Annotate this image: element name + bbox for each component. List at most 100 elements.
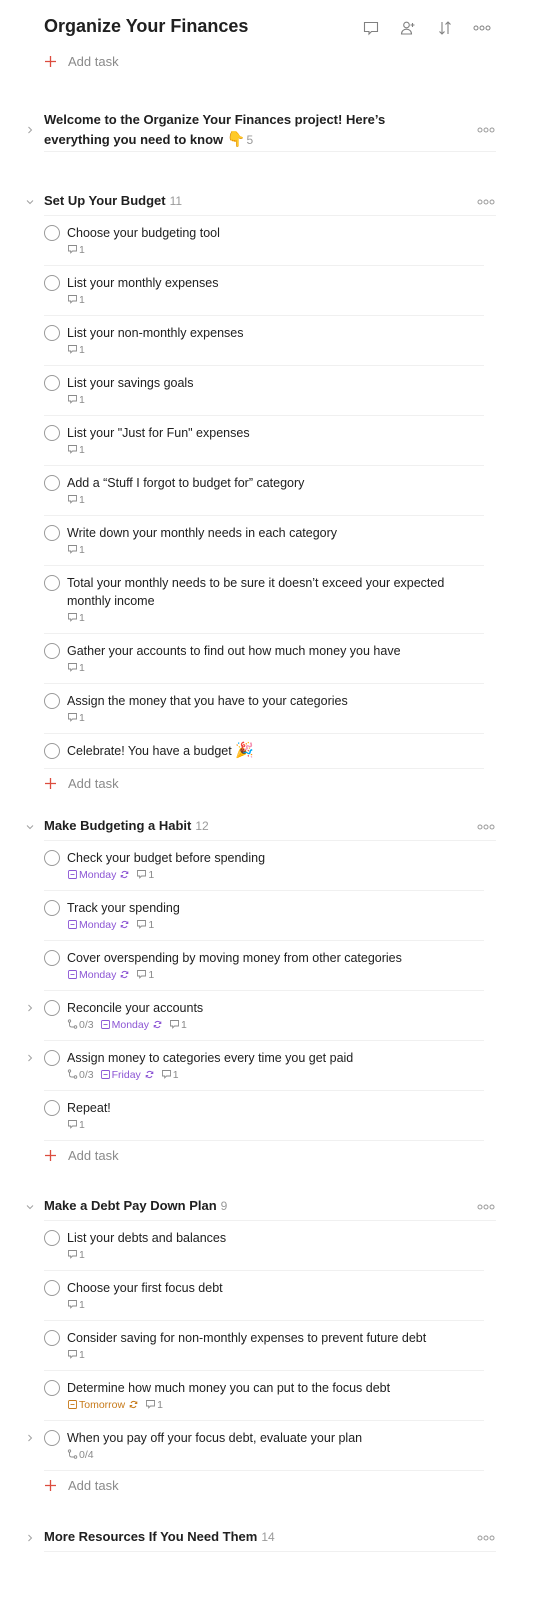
comment-count[interactable]: 1 (67, 394, 85, 406)
comment-count[interactable]: 1 (67, 244, 85, 256)
task-checkbox[interactable] (44, 475, 60, 491)
task-row[interactable]: Add a “Stuff I forgot to budget for” cat… (44, 466, 484, 516)
subtask-icon (67, 1449, 78, 1460)
task-row[interactable]: Track your spending Monday 1 (44, 891, 484, 941)
chevron-right-icon[interactable] (22, 1429, 38, 1447)
comment-count[interactable]: 1 (67, 444, 85, 456)
task-checkbox[interactable] (44, 1100, 60, 1116)
comment-count[interactable]: 1 (67, 1349, 85, 1361)
task-checkbox[interactable] (44, 900, 60, 916)
task-checkbox[interactable] (44, 693, 60, 709)
task-row[interactable]: Assign money to categories every time yo… (28, 1041, 484, 1091)
task-checkbox[interactable] (44, 850, 60, 866)
comment-count[interactable]: 1 (145, 1399, 163, 1411)
task-checkbox[interactable] (44, 1050, 60, 1066)
task-checkbox[interactable] (44, 950, 60, 966)
task-row[interactable]: Gather your accounts to find out how muc… (44, 634, 484, 684)
task-checkbox[interactable] (44, 425, 60, 441)
task-row[interactable]: Repeat! 1 (44, 1091, 484, 1141)
task-checkbox[interactable] (44, 1000, 60, 1016)
task-row[interactable]: Total your monthly needs to be sure it d… (44, 566, 484, 634)
task-checkbox[interactable] (44, 1230, 60, 1246)
comment-icon (67, 712, 78, 723)
comment-count[interactable]: 1 (67, 712, 85, 724)
chevron-down-icon[interactable] (22, 813, 38, 840)
task-checkbox[interactable] (44, 1280, 60, 1296)
chevron-right-icon[interactable] (22, 1524, 38, 1551)
chevron-right-icon[interactable] (22, 1049, 38, 1067)
task-row[interactable]: List your "Just for Fun" expenses 1 (44, 416, 484, 466)
due-date[interactable]: Monday (67, 919, 130, 931)
task-title: Assign money to categories every time yo… (67, 1051, 354, 1065)
task-title: List your savings goals (67, 376, 194, 390)
comment-count[interactable]: 1 (67, 344, 85, 356)
comment-count[interactable]: 1 (161, 1069, 179, 1081)
comment-count[interactable]: 1 (136, 869, 154, 881)
task-row[interactable]: Consider saving for non-monthly expenses… (44, 1321, 484, 1371)
section-more-button[interactable] (476, 188, 496, 215)
due-date[interactable]: Monday (67, 969, 130, 981)
comment-count[interactable]: 1 (67, 544, 85, 556)
task-row[interactable]: When you pay off your focus debt, evalua… (28, 1421, 484, 1471)
task-checkbox[interactable] (44, 325, 60, 341)
task-row[interactable]: Reconcile your accounts 0/3 Monday 1 (28, 991, 484, 1041)
task-checkbox[interactable] (44, 1380, 60, 1396)
section-more-button[interactable] (476, 108, 496, 151)
task-checkbox[interactable] (44, 375, 60, 391)
task-row[interactable]: Choose your budgeting tool 1 (44, 216, 484, 266)
comment-count[interactable]: 1 (136, 969, 154, 981)
comment-count[interactable]: 1 (67, 662, 85, 674)
sort-button[interactable] (426, 14, 463, 42)
due-date[interactable]: Monday (100, 1019, 163, 1031)
comment-count[interactable]: 1 (67, 494, 85, 506)
task-checkbox[interactable] (44, 275, 60, 291)
comment-count[interactable]: 1 (169, 1019, 187, 1031)
chevron-right-icon[interactable] (22, 108, 38, 151)
add-task-button[interactable]: Add task (44, 47, 119, 75)
comment-count[interactable]: 1 (67, 1299, 85, 1311)
share-button[interactable] (389, 14, 426, 42)
due-date[interactable]: Tomorrow (67, 1399, 139, 1411)
task-row[interactable]: List your debts and balances 1 (44, 1221, 484, 1271)
task-row[interactable]: Determine how much money you can put to … (44, 1371, 484, 1421)
subtask-progress: 0/4 (67, 1449, 94, 1461)
comment-count[interactable]: 1 (67, 612, 85, 624)
more-button[interactable] (463, 14, 500, 42)
add-task-button[interactable]: Add task (44, 1141, 540, 1169)
chevron-down-icon[interactable] (22, 188, 38, 215)
comment-count[interactable]: 1 (136, 919, 154, 931)
comment-count[interactable]: 1 (67, 1119, 85, 1131)
section-more-button[interactable] (476, 813, 496, 840)
due-date[interactable]: Monday (67, 869, 130, 881)
task-checkbox[interactable] (44, 643, 60, 659)
task-row[interactable]: List your monthly expenses 1 (44, 266, 484, 316)
task-row[interactable]: Assign the money that you have to your c… (44, 684, 484, 734)
chevron-right-icon[interactable] (22, 999, 38, 1017)
chevron-down-icon[interactable] (22, 1193, 38, 1220)
task-row[interactable]: Check your budget before spending Monday 1 (44, 841, 484, 891)
task-row[interactable]: List your non-monthly expenses 1 (44, 316, 484, 366)
comment-count[interactable]: 1 (67, 294, 85, 306)
task-row[interactable]: Celebrate! You have a budget 🎉 (44, 734, 484, 769)
task-row[interactable]: Cover overspending by moving money from … (44, 941, 484, 991)
task-row[interactable]: Write down your monthly needs in each ca… (44, 516, 484, 566)
task-checkbox[interactable] (44, 743, 60, 759)
section-title: More Resources If You Need Them 14 (44, 1529, 275, 1544)
task-row[interactable]: List your savings goals 1 (44, 366, 484, 416)
comment-icon (67, 544, 78, 555)
task-checkbox[interactable] (44, 1330, 60, 1346)
task-meta: 1 (67, 1247, 484, 1262)
add-task-button[interactable]: Add task (44, 1471, 540, 1499)
section-more-button[interactable] (476, 1524, 496, 1551)
task-title: Reconcile your accounts (67, 1001, 204, 1015)
add-task-button[interactable]: Add task (44, 769, 540, 797)
task-checkbox[interactable] (44, 525, 60, 541)
section-more-button[interactable] (476, 1193, 496, 1220)
comments-button[interactable] (352, 14, 389, 42)
due-date[interactable]: Friday (100, 1069, 155, 1081)
task-checkbox[interactable] (44, 225, 60, 241)
task-row[interactable]: Choose your first focus debt 1 (44, 1271, 484, 1321)
comment-count[interactable]: 1 (67, 1249, 85, 1261)
task-checkbox[interactable] (44, 575, 60, 591)
task-checkbox[interactable] (44, 1430, 60, 1446)
